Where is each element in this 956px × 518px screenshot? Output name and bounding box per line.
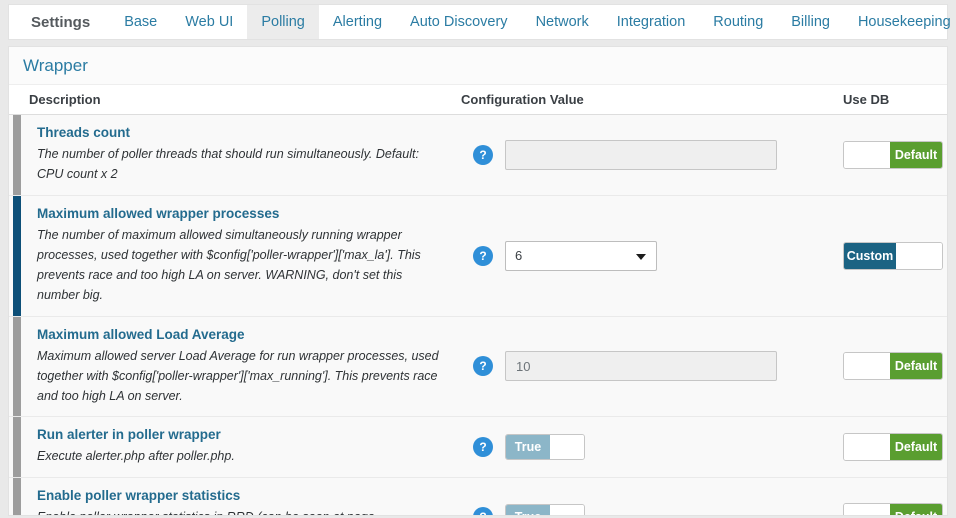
- row-accent-bar: [13, 195, 21, 316]
- use-db-toggle-label: Default: [890, 433, 942, 460]
- setting-description-text: The number of poller threads that should…: [37, 147, 419, 182]
- setting-value-select-label: 6: [515, 248, 523, 263]
- row-use-db-cell: Default: [843, 417, 947, 476]
- setting-value-boolean-toggle[interactable]: True: [505, 433, 585, 460]
- row-description-cell: Enable poller wrapper statistics Enable p…: [21, 478, 461, 516]
- use-db-toggle[interactable]: Default: [843, 432, 943, 461]
- row-description-cell: Run alerter in poller wrapper Execute ale…: [21, 417, 461, 476]
- boolean-toggle-label: True: [506, 434, 550, 459]
- row-accent-bar: [13, 316, 21, 417]
- setting-value-boolean-toggle[interactable]: True: [505, 504, 585, 515]
- setting-description-text: The number of maximum allowed simultaneo…: [37, 227, 421, 303]
- setting-value-input[interactable]: [505, 139, 777, 170]
- tab-integration[interactable]: Integration: [603, 5, 700, 39]
- help-icon[interactable]: ?: [473, 144, 493, 165]
- settings-table-body: Threads count The number of poller thread…: [9, 115, 947, 516]
- help-icon[interactable]: ?: [473, 507, 493, 515]
- settings-row: Maximum allowed wrapper processes The num…: [9, 195, 947, 317]
- row-configuration-value-cell: ?: [461, 317, 843, 417]
- row-accent-bar: [13, 477, 21, 515]
- row-description-cell: Maximum allowed wrapper processes The num…: [21, 196, 461, 316]
- boolean-toggle-label: True: [506, 505, 550, 515]
- use-db-toggle-track: [896, 242, 942, 269]
- help-icon[interactable]: ?: [473, 356, 493, 377]
- use-db-toggle[interactable]: Default: [843, 352, 943, 381]
- tab-base[interactable]: Base: [110, 5, 171, 39]
- column-header-use-db: Use DB: [843, 92, 890, 107]
- setting-value-select[interactable]: 6: [505, 240, 657, 271]
- wrapper-settings-panel: Wrapper Description Configuration Value …: [8, 46, 948, 516]
- row-accent-bar: [13, 417, 21, 477]
- row-description-cell: Threads count The number of poller thread…: [21, 115, 461, 195]
- row-configuration-value-cell: ? True: [461, 417, 843, 476]
- row-use-db-cell: Custom: [843, 196, 947, 316]
- settings-table-header: Description Configuration Value Use DB: [9, 85, 947, 115]
- boolean-toggle-track: [550, 505, 584, 515]
- settings-row: Run alerter in poller wrapper Execute ale…: [9, 417, 947, 478]
- row-configuration-value-cell: ? 6: [461, 196, 843, 316]
- setting-description-text: Enable poller wrapper statistics in RRD …: [37, 507, 439, 516]
- tab-alerting[interactable]: Alerting: [319, 5, 396, 39]
- settings-row: Threads count The number of poller thread…: [9, 115, 947, 196]
- column-header-configuration-value: Configuration Value: [461, 92, 584, 107]
- use-db-toggle-label: Custom: [844, 242, 896, 269]
- settings-tab-bar: Settings Base Web UI Polling Alerting Auto D…: [8, 4, 951, 40]
- row-use-db-cell: Default: [843, 478, 947, 515]
- use-db-toggle-track: [844, 353, 890, 380]
- setting-title-link[interactable]: Run alerter in poller wrapper: [37, 427, 439, 442]
- tab-routing[interactable]: Routing: [699, 5, 777, 39]
- setting-value-input[interactable]: [505, 351, 777, 382]
- settings-row: Enable poller wrapper statistics Enable p…: [9, 477, 947, 516]
- column-header-description: Description: [29, 92, 101, 107]
- use-db-toggle[interactable]: Default: [843, 503, 943, 515]
- chevron-down-icon: [636, 253, 646, 260]
- use-db-toggle-label: Default: [890, 141, 942, 168]
- use-db-toggle[interactable]: Custom: [843, 241, 943, 270]
- setting-title-link[interactable]: Threads count: [37, 125, 439, 140]
- row-configuration-value-cell: ?: [461, 115, 843, 195]
- settings-tabs: Base Web UI Polling Alerting Auto Discovery N…: [110, 5, 956, 39]
- use-db-toggle[interactable]: Default: [843, 140, 943, 169]
- tab-housekeeping[interactable]: Housekeeping: [844, 5, 956, 39]
- tab-polling[interactable]: Polling: [247, 5, 319, 39]
- row-use-db-cell: Default: [843, 317, 947, 417]
- help-icon[interactable]: ?: [473, 245, 493, 266]
- use-db-toggle-label: Default: [890, 353, 942, 380]
- boolean-toggle-track: [550, 434, 584, 459]
- help-icon[interactable]: ?: [473, 436, 493, 457]
- setting-title-link[interactable]: Enable poller wrapper statistics: [37, 488, 439, 503]
- row-use-db-cell: Default: [843, 115, 947, 195]
- setting-description-text: Maximum allowed server Load Average for …: [37, 348, 439, 404]
- use-db-toggle-track: [844, 141, 890, 168]
- tab-auto-discovery[interactable]: Auto Discovery: [396, 5, 522, 39]
- row-description-cell: Maximum allowed Load Average Maximum allo…: [21, 317, 461, 417]
- page-title: Wrapper: [9, 47, 947, 85]
- tab-web-ui[interactable]: Web UI: [171, 5, 247, 39]
- use-db-toggle-track: [844, 433, 890, 460]
- settings-brand-label: Settings: [31, 13, 91, 31]
- setting-title-link[interactable]: Maximum allowed Load Average: [37, 327, 439, 342]
- row-accent-bar: [13, 115, 21, 195]
- row-configuration-value-cell: ? True: [461, 478, 843, 515]
- setting-description-text: Execute alerter.php after poller.php.: [37, 449, 235, 464]
- use-db-toggle-label: Default: [890, 504, 942, 515]
- setting-title-link[interactable]: Maximum allowed wrapper processes: [37, 206, 439, 221]
- use-db-toggle-track: [844, 504, 890, 515]
- settings-row: Maximum allowed Load Average Maximum allo…: [9, 316, 947, 418]
- tab-network[interactable]: Network: [522, 5, 603, 39]
- tab-billing[interactable]: Billing: [777, 5, 844, 39]
